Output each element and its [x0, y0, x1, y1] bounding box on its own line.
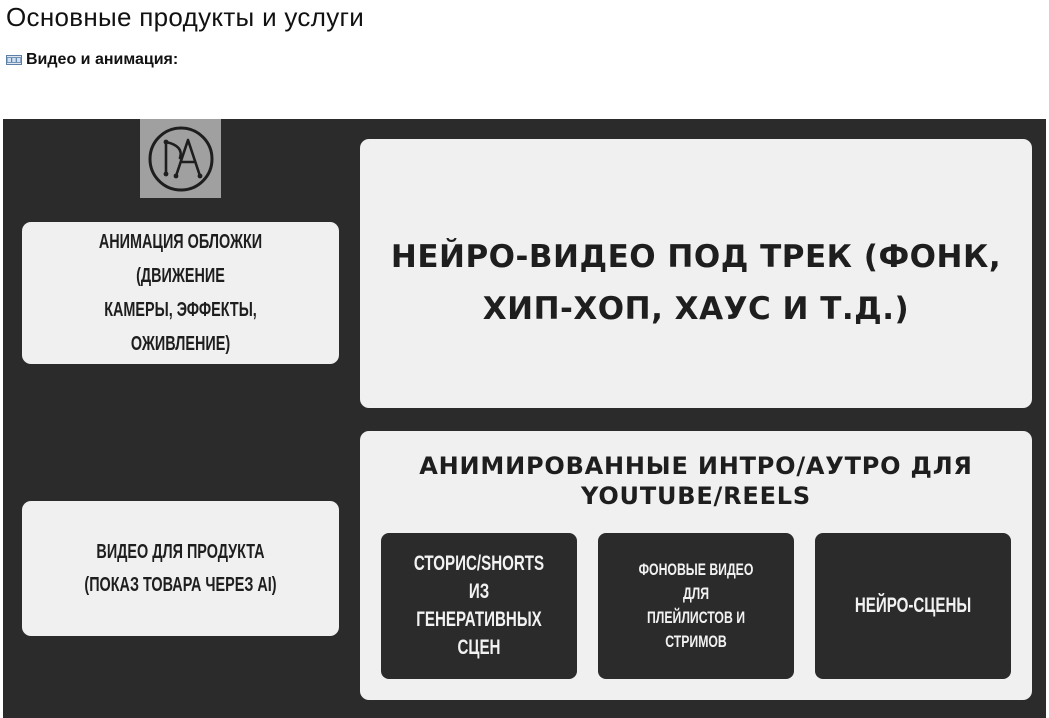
background-video-card: Фоновые видео для плейлистов и стримов: [598, 533, 794, 679]
neuro-video-label: Нейро-видео под трек (фонк, хип-хоп, хау…: [390, 239, 1002, 327]
neuro-video-card: Нейро-видео под трек (фонк, хип-хоп, хау…: [360, 139, 1032, 408]
product-video-card: Видео для продукта (показ товара через A…: [22, 501, 339, 636]
da-monogram-logo: [140, 119, 221, 198]
da-monogram-icon: [148, 126, 213, 191]
intro-outro-card: Анимированные интро/аутро для YouTube/Re…: [360, 431, 1032, 700]
stories-shorts-label: Сторис/Shorts из генеративных сцен: [413, 552, 545, 659]
neuro-scenes-label: Нейро-сцены: [854, 594, 972, 617]
background-video-label: Фоновые видео для плейлистов и стримов: [638, 560, 754, 651]
film-frames-icon: [6, 55, 22, 65]
stories-shorts-card: Сторис/Shorts из генеративных сцен: [381, 533, 577, 679]
cover-animation-card: Анимация обложки (движение камеры, эффек…: [22, 222, 339, 364]
product-video-label: Видео для продукта (показ товара через A…: [84, 540, 277, 596]
page-title: Основные продукты и услуги: [6, 2, 365, 32]
cover-animation-label: Анимация обложки (движение камеры, эффек…: [98, 231, 263, 355]
intro-outro-label: Анимированные интро/аутро для YouTube/Re…: [419, 452, 973, 510]
section-heading: Видео и анимация:: [6, 50, 178, 70]
neuro-scenes-card: Нейро-сцены: [815, 533, 1011, 679]
services-slide: Анимация обложки (движение камеры, эффек…: [3, 119, 1046, 718]
section-heading-text: Видео и анимация:: [26, 51, 179, 68]
